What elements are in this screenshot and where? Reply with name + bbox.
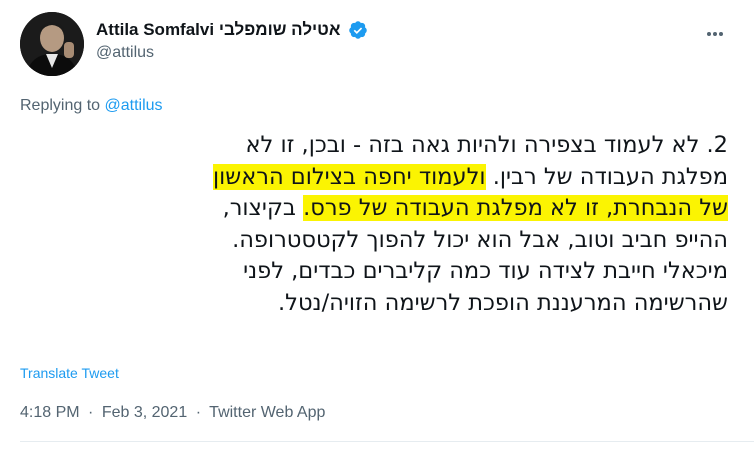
tweet-date[interactable]: Feb 3, 2021 [102,404,187,421]
translate-tweet-link[interactable]: Translate Tweet [20,365,119,381]
more-options-icon[interactable] [706,22,730,46]
replying-prefix: Replying to [20,97,101,114]
avatar[interactable] [20,12,84,76]
tweet-line: ההייפ חביב וטוב, אבל הוא יכול להפוך לקטס… [232,226,728,253]
tweet-header: Attila Somfalvi אטילה שומפלבי @attilus [20,12,738,76]
reply-mention-link[interactable]: @attilus [105,97,163,114]
divider [20,441,754,442]
tweet-time[interactable]: 4:18 PM [20,404,80,421]
tweet-text-highlight: של הנבחרת, זו לא מפלגת העבודה של פרס. [303,195,728,221]
author-display-name[interactable]: Attila Somfalvi אטילה שומפלבי [96,20,340,40]
verified-badge-icon [349,21,367,39]
tweet-text: 2. לא לעמוד בצפירה ולהיות גאה בזה - ובכן… [13,130,728,319]
tweet-meta: 4:18 PM · Feb 3, 2021 · Twitter Web App [20,404,329,422]
tweet-line: מפלגת העבודה של רבין. ולעמוד יחפה בצילום… [13,162,728,194]
tweet-text-plain: מפלגת העבודה של רבין. [492,163,728,190]
tweet-line: של הנבחרת, זו לא מפלגת העבודה של פרס. בק… [13,193,728,225]
tweet-line: שהרשימה המרעננת הופכת לרשימה הזויה/נטל. [278,289,728,316]
tweet-line: 2. לא לעמוד בצפירה ולהיות גאה בזה - ובכן… [245,132,729,158]
meta-separator: · [195,404,202,421]
replying-to: Replying to @attilus [20,97,163,115]
author-handle[interactable]: @attilus [96,44,368,62]
tweet-source: Twitter Web App [209,404,326,421]
author-info: Attila Somfalvi אטילה שומפלבי @attilus [96,20,368,62]
tweet-text-highlight: ולעמוד יחפה בצילום הראשון [213,163,486,190]
tweet-text-plain: בקיצור, [222,195,296,221]
tweet-line: מיכאלי חייבת לצידה עוד כמה קליברים כבדים… [243,258,728,284]
meta-separator: · [88,404,94,421]
